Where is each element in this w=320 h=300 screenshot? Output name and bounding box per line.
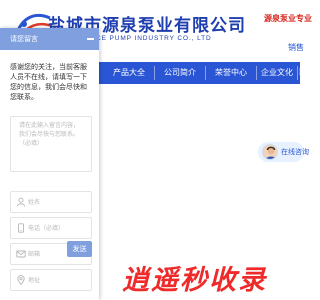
watermark-text: 逍遥秒收录: [122, 265, 267, 296]
nav-item-about[interactable]: 公司简介: [155, 62, 205, 84]
header-slogan: 源泉泵业专业: [264, 14, 312, 23]
mail-icon: [16, 250, 26, 258]
online-service-button[interactable]: 在线咨询: [258, 142, 309, 162]
address-input[interactable]: [28, 273, 88, 287]
panel-intro-text: 感谢您的关注，当前客服人员不在线，请填写一下您的信息，我们会尽快和您联系。: [10, 63, 87, 101]
nav-item-honors[interactable]: 荣誉中心: [206, 62, 256, 84]
location-icon: [17, 275, 25, 285]
address-field[interactable]: [10, 269, 92, 291]
phone-field[interactable]: [10, 217, 92, 239]
minimize-icon[interactable]: [87, 38, 94, 40]
person-icon: [16, 197, 26, 207]
leave-message-panel: 请您留言 感谢您的关注，当前客服人员不在线，请填写一下您的信息，我们会尽快和您联…: [0, 28, 99, 300]
nav-item-culture[interactable]: 企业文化: [257, 62, 297, 84]
send-button[interactable]: 发送: [67, 241, 92, 257]
agent-avatar: [262, 144, 278, 160]
agent-avatar-icon: [265, 146, 277, 159]
nav-item-contact[interactable]: 联: [298, 62, 308, 84]
company-name-en: CE PUMP INDUSTRY CO., LTD: [96, 35, 212, 42]
phone-icon: [18, 223, 24, 233]
nav-item-products[interactable]: 产品大全: [104, 62, 154, 84]
panel-header: 请您留言: [0, 28, 99, 50]
name-field[interactable]: [10, 191, 92, 213]
panel-title: 请您留言: [10, 35, 38, 43]
phone-input[interactable]: [28, 221, 88, 235]
message-textarea[interactable]: [10, 116, 92, 172]
header-hotline: 销售: [288, 43, 304, 52]
online-service-label: 在线咨询: [281, 148, 309, 156]
name-input[interactable]: [28, 195, 88, 209]
